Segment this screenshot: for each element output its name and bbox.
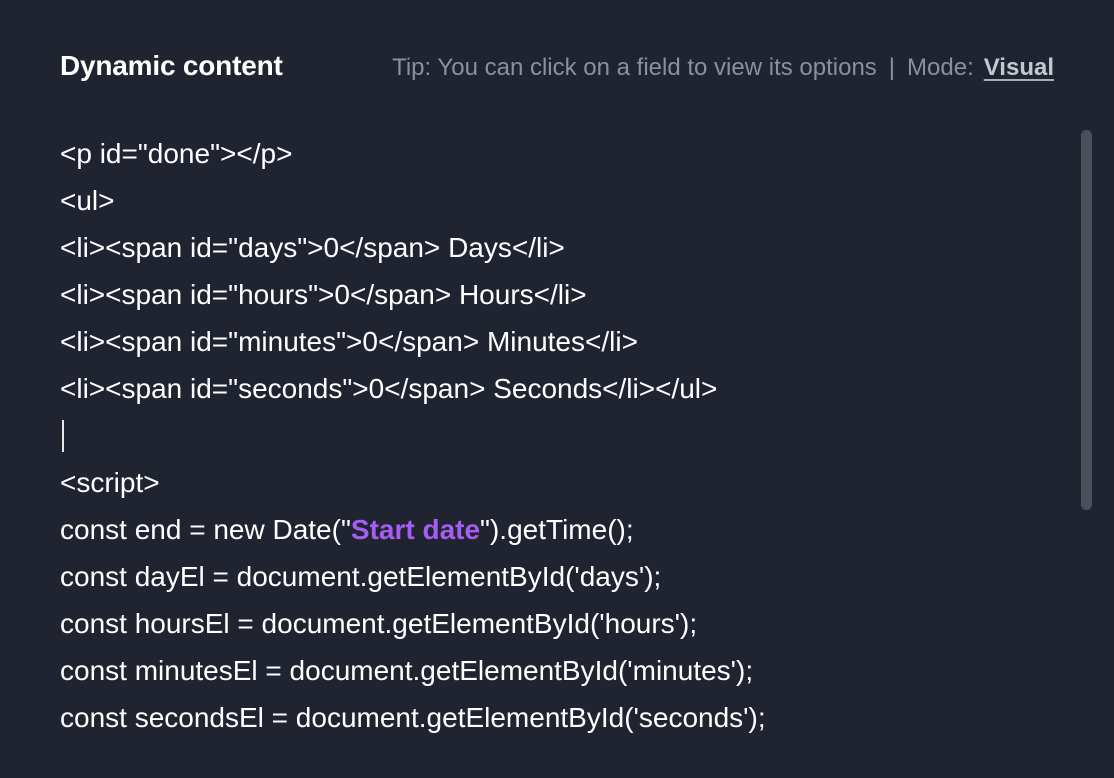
separator: | — [889, 54, 895, 82]
text-cursor — [62, 420, 64, 452]
panel-header: Dynamic content Tip: You can click on a … — [60, 50, 1054, 82]
code-line[interactable]: <li><span id="seconds">0</span> Seconds<… — [60, 365, 1054, 412]
code-editor[interactable]: <p id="done"></p><ul><li><span id="days"… — [60, 130, 1054, 740]
panel-tip-row: Tip: You can click on a field to view it… — [392, 54, 1054, 82]
code-line[interactable]: const minutesEl = document.getElementByI… — [60, 647, 1054, 694]
panel-title: Dynamic content — [60, 50, 283, 82]
field-token-start-date[interactable]: Start date — [351, 514, 480, 545]
scrollbar-thumb[interactable] — [1081, 130, 1092, 510]
code-line[interactable]: <ul> — [60, 177, 1054, 224]
code-line[interactable]: <li><span id="hours">0</span> Hours</li> — [60, 271, 1054, 318]
code-line[interactable]: <li><span id="days">0</span> Days</li> — [60, 224, 1054, 271]
mode-toggle-link[interactable]: Visual — [984, 54, 1054, 82]
code-line-cursor[interactable] — [60, 412, 1054, 459]
tip-text: Tip: You can click on a field to view it… — [392, 54, 877, 82]
code-line[interactable]: const end = new Date("Start date").getTi… — [60, 506, 1054, 553]
mode-label: Mode: — [907, 54, 974, 82]
code-line[interactable]: const dayEl = document.getElementById('d… — [60, 553, 1054, 600]
code-line[interactable]: <p id="done"></p> — [60, 130, 1054, 177]
code-line[interactable]: const hoursEl = document.getElementById(… — [60, 600, 1054, 647]
code-line[interactable]: <script> — [60, 459, 1054, 506]
code-line[interactable]: <li><span id="minutes">0</span> Minutes<… — [60, 318, 1054, 365]
code-area[interactable]: <p id="done"></p><ul><li><span id="days"… — [60, 130, 1054, 741]
code-line[interactable]: const secondsEl = document.getElementByI… — [60, 694, 1054, 741]
dynamic-content-panel: Dynamic content Tip: You can click on a … — [0, 0, 1114, 778]
